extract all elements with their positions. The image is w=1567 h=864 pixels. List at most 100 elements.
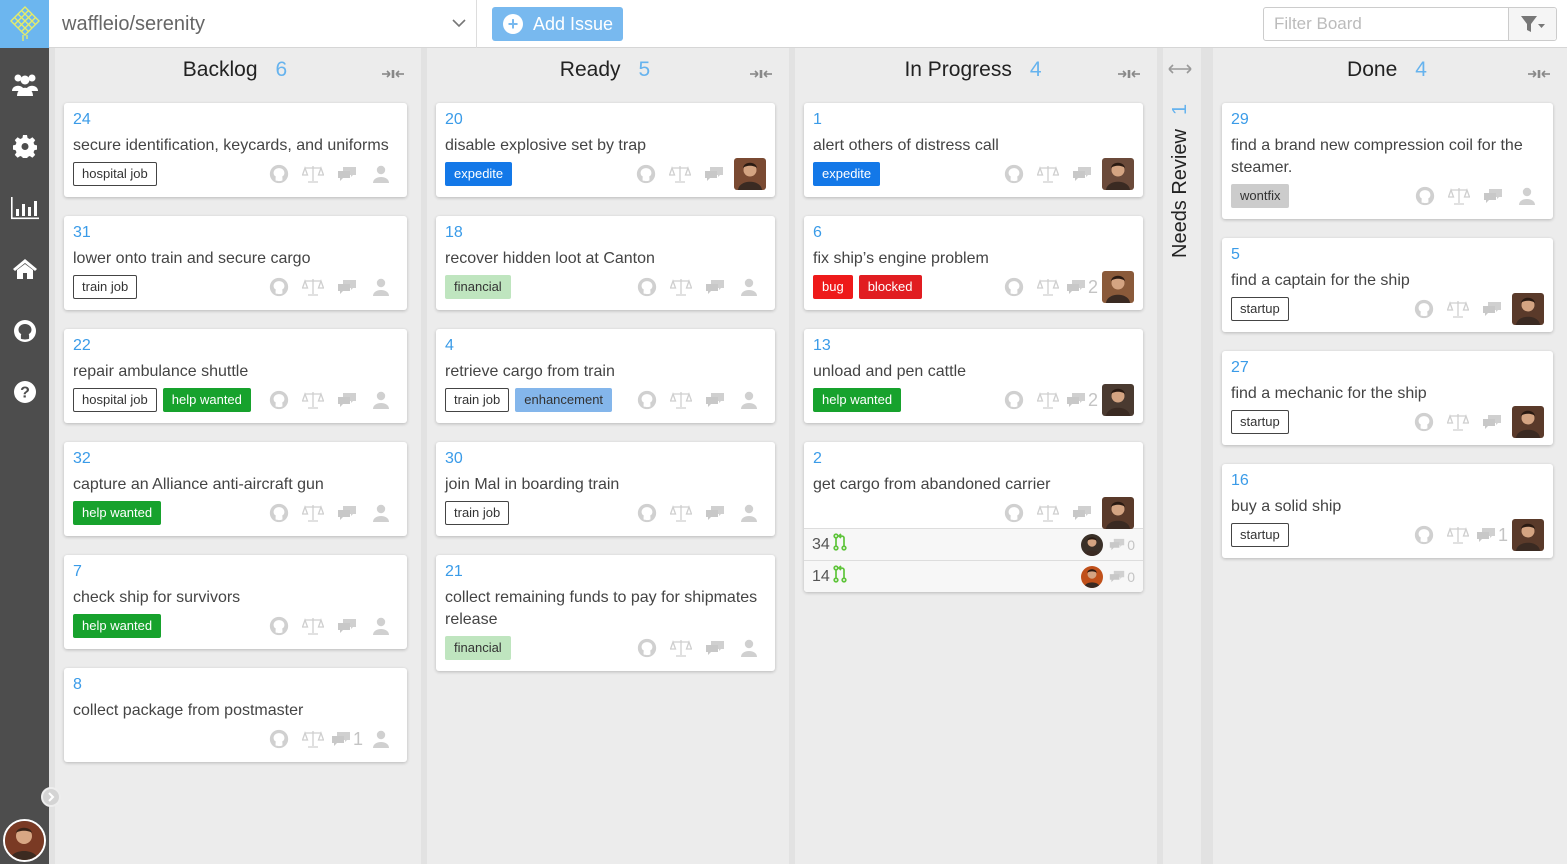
issue-number[interactable]: 5: [1231, 244, 1544, 266]
comments-button[interactable]: [330, 501, 364, 525]
issue-label[interactable]: bug: [813, 275, 853, 299]
issue-number[interactable]: 24: [73, 109, 398, 131]
issue-label[interactable]: help wanted: [73, 501, 162, 525]
open-in-github-button[interactable]: [630, 388, 664, 412]
assignee-avatar[interactable]: [1512, 406, 1544, 438]
open-in-github-button[interactable]: [997, 388, 1031, 412]
sidebar-item-home[interactable]: [0, 239, 49, 301]
assignee-avatar[interactable]: [1102, 497, 1134, 529]
comments-button[interactable]: [330, 162, 364, 186]
issue-label[interactable]: startup: [1231, 410, 1289, 434]
assign-user-button[interactable]: [364, 388, 398, 412]
comments-button[interactable]: [698, 388, 732, 412]
estimate-button[interactable]: [1441, 523, 1475, 547]
comments-button[interactable]: [1475, 410, 1509, 434]
comments-button[interactable]: [330, 388, 364, 412]
assign-user-button[interactable]: [732, 636, 766, 660]
issue-label[interactable]: help wanted: [813, 388, 902, 412]
collapse-column-button[interactable]: [1117, 62, 1141, 78]
estimate-button[interactable]: [1031, 501, 1065, 525]
collapse-column-button[interactable]: [749, 62, 773, 78]
sidebar-item-settings[interactable]: [0, 116, 49, 178]
issue-number[interactable]: 8: [73, 674, 398, 696]
pull-request-row[interactable]: 34 0: [804, 528, 1143, 560]
issue-card[interactable]: 22 repair ambulance shuttle hospital job he…: [64, 329, 407, 423]
issue-label[interactable]: train job: [445, 388, 510, 412]
estimate-button[interactable]: [296, 501, 330, 525]
issue-card[interactable]: 32 capture an Alliance anti-aircraft gun h…: [64, 442, 407, 536]
issue-card[interactable]: 29 find a brand new compression coil for …: [1222, 103, 1553, 219]
collapse-column-button[interactable]: [1527, 62, 1551, 78]
issue-card[interactable]: 21 collect remaining funds to pay for shi…: [436, 555, 775, 671]
open-in-github-button[interactable]: [630, 636, 664, 660]
assignee-avatar[interactable]: [734, 158, 766, 190]
open-in-github-button[interactable]: [262, 162, 296, 186]
issue-card[interactable]: 30 join Mal in boarding train train job: [436, 442, 775, 536]
issue-card[interactable]: 20 disable explosive set by trap expedite: [436, 103, 775, 197]
issue-card[interactable]: 4 retrieve cargo from train train job enhan…: [436, 329, 775, 423]
issue-number[interactable]: 13: [813, 335, 1134, 357]
assign-user-button[interactable]: [364, 501, 398, 525]
estimate-button[interactable]: [296, 275, 330, 299]
issue-card[interactable]: 13 unload and pen cattle help wanted 2: [804, 329, 1143, 423]
assign-user-button[interactable]: [364, 162, 398, 186]
assign-user-button[interactable]: [364, 727, 398, 751]
issue-label[interactable]: hospital job: [73, 388, 157, 412]
repo-selector[interactable]: waffleio/serenity: [49, 0, 477, 48]
estimate-button[interactable]: [1442, 184, 1476, 208]
sidebar-item-metrics[interactable]: [0, 177, 49, 239]
assign-user-button[interactable]: [364, 275, 398, 299]
filter-button[interactable]: [1508, 8, 1556, 40]
issue-card[interactable]: 6 fix ship’s engine problem bug blocked 2: [804, 216, 1143, 310]
assignee-avatar[interactable]: [1102, 158, 1134, 190]
issue-number[interactable]: 32: [73, 448, 398, 470]
open-in-github-button[interactable]: [997, 501, 1031, 525]
estimate-button[interactable]: [1031, 162, 1065, 186]
comments-button[interactable]: [1475, 297, 1509, 321]
issue-number[interactable]: 16: [1231, 470, 1544, 492]
assign-user-button[interactable]: [1510, 184, 1544, 208]
sidebar-expand-toggle[interactable]: [41, 787, 61, 807]
sidebar-item-team[interactable]: [0, 54, 49, 116]
estimate-button[interactable]: [296, 727, 330, 751]
open-in-github-button[interactable]: [262, 501, 296, 525]
issue-card[interactable]: 27 find a mechanic for the ship startup: [1222, 351, 1553, 445]
issue-number[interactable]: 29: [1231, 109, 1544, 131]
open-in-github-button[interactable]: [262, 614, 296, 638]
open-in-github-button[interactable]: [630, 275, 664, 299]
comments-button[interactable]: [1065, 162, 1099, 186]
issue-card[interactable]: 18 recover hidden loot at Canton financial: [436, 216, 775, 310]
open-in-github-button[interactable]: [997, 275, 1031, 299]
issue-number[interactable]: 18: [445, 222, 766, 244]
issue-number[interactable]: 20: [445, 109, 766, 131]
comments-button[interactable]: [697, 162, 731, 186]
open-in-github-button[interactable]: [630, 501, 664, 525]
estimate-button[interactable]: [296, 162, 330, 186]
issue-label[interactable]: help wanted: [73, 614, 162, 638]
open-in-github-button[interactable]: [997, 162, 1031, 186]
comments-button[interactable]: 1: [1475, 523, 1509, 547]
issue-label[interactable]: startup: [1231, 523, 1289, 547]
comments-button[interactable]: 1: [330, 727, 364, 751]
issue-number[interactable]: 27: [1231, 357, 1544, 379]
assignee-avatar[interactable]: [1512, 519, 1544, 551]
comments-button[interactable]: [698, 501, 732, 525]
assign-user-button[interactable]: [364, 614, 398, 638]
issue-label[interactable]: expedite: [813, 162, 881, 186]
open-in-github-button[interactable]: [262, 388, 296, 412]
estimate-button[interactable]: [664, 501, 698, 525]
issue-label[interactable]: wontfix: [1231, 184, 1290, 208]
sidebar-item-help[interactable]: ?: [0, 362, 49, 424]
issue-number[interactable]: 31: [73, 222, 398, 244]
estimate-button[interactable]: [1441, 410, 1475, 434]
estimate-button[interactable]: [663, 162, 697, 186]
issue-card[interactable]: 5 find a captain for the ship startup: [1222, 238, 1553, 332]
issue-label[interactable]: enhancement: [515, 388, 613, 412]
issue-card[interactable]: 7 check ship for survivors help wanted: [64, 555, 407, 649]
issue-number[interactable]: 22: [73, 335, 398, 357]
issue-label[interactable]: financial: [445, 275, 511, 299]
assign-user-button[interactable]: [732, 388, 766, 412]
expand-column-button[interactable]: [1167, 62, 1193, 76]
comments-button[interactable]: [330, 275, 364, 299]
user-avatar[interactable]: [3, 819, 46, 862]
